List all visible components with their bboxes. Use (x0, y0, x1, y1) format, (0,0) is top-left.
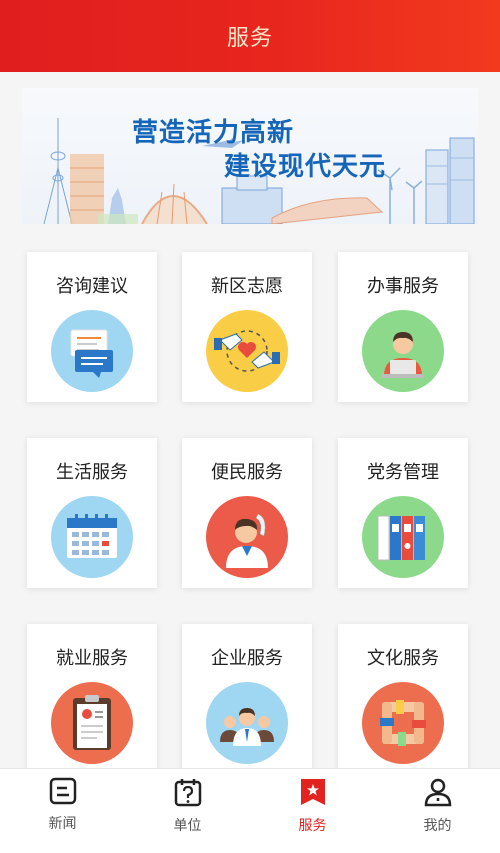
chat-bubbles-icon (51, 310, 133, 392)
tab-label: 服务 (298, 818, 327, 834)
service-card-label: 文化服务 (367, 648, 439, 669)
service-card-label: 办事服务 (367, 276, 439, 297)
tab-label: 我的 (423, 818, 452, 834)
service-card-enterprise[interactable]: 企业服务 (182, 624, 312, 774)
service-card-life[interactable]: 生活服务 (27, 438, 157, 588)
linked-hands-icon (362, 682, 444, 764)
tab-news[interactable]: 新闻 (0, 769, 125, 853)
service-card-label: 便民服务 (211, 462, 283, 483)
tab-mine[interactable]: 我的 (375, 769, 500, 853)
unit-question-icon (174, 779, 201, 807)
person-laptop-icon (362, 310, 444, 392)
service-card-label: 企业服务 (211, 648, 283, 669)
news-icon (49, 777, 76, 805)
banner-slogan-line2: 建设现代天元 (224, 152, 387, 182)
page-title: 服务 (226, 26, 273, 51)
service-card-consult[interactable]: 咨询建议 (27, 252, 157, 402)
banner-slogan-line1: 营造活力高新 (132, 118, 295, 148)
service-card-party[interactable]: 党务管理 (338, 438, 468, 588)
service-flag-icon (300, 779, 325, 805)
tab-service[interactable]: 服务 (250, 769, 375, 853)
hotline-person-icon (206, 496, 288, 578)
hands-heart-icon (206, 310, 288, 392)
service-card-label: 就业服务 (56, 648, 128, 669)
promo-banner[interactable]: 营造活力高新 建设现代天元 (22, 88, 478, 224)
resume-clipboard-icon (51, 682, 133, 764)
service-card-label: 新区志愿 (211, 276, 283, 297)
service-card-label: 咨询建议 (56, 276, 128, 297)
top-header: 服务 (0, 0, 500, 72)
tab-label: 新闻 (48, 816, 77, 832)
tab-unit[interactable]: 单位 (125, 769, 250, 853)
service-card-label: 党务管理 (367, 462, 439, 483)
service-card-convenience[interactable]: 便民服务 (182, 438, 312, 588)
service-card-label: 生活服务 (56, 462, 128, 483)
service-card-volunteer[interactable]: 新区志愿 (182, 252, 312, 402)
team-people-icon (206, 682, 288, 764)
profile-icon (424, 778, 451, 807)
binders-icon (362, 496, 444, 578)
calendar-icon (51, 496, 133, 578)
service-card-affairs[interactable]: 办事服务 (338, 252, 468, 402)
tab-label: 单位 (173, 818, 202, 834)
service-card-culture[interactable]: 文化服务 (338, 624, 468, 774)
service-card-employment[interactable]: 就业服务 (27, 624, 157, 774)
bottom-tab-bar: 新闻 单位 服务 我的 (0, 768, 500, 853)
